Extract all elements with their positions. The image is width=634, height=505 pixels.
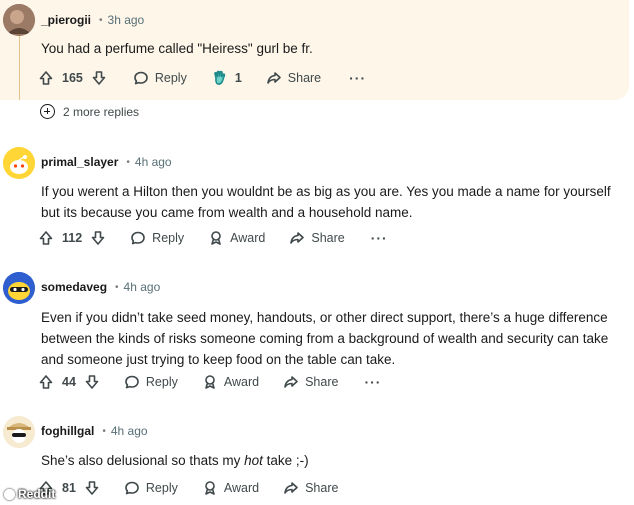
separator-dot: • <box>115 281 119 293</box>
more-options-button[interactable]: ··· <box>364 374 381 390</box>
more-options-button[interactable]: ··· <box>349 70 366 86</box>
username[interactable]: somedaveg <box>41 280 107 294</box>
award-count: 1 <box>234 71 242 85</box>
award-button[interactable]: Award <box>202 480 259 496</box>
share-icon <box>290 232 305 244</box>
downvote-button[interactable] <box>91 70 107 86</box>
comment-body: You had a perfume called "Heiress" gurl … <box>41 41 313 56</box>
comment-meta: somedaveg • 4h ago <box>41 280 160 294</box>
upvote-icon <box>39 375 53 389</box>
downvote-icon <box>85 481 99 495</box>
award-label: Award <box>230 231 266 245</box>
reply-label: Reply <box>145 375 178 389</box>
separator-dot: • <box>126 156 130 168</box>
share-button[interactable]: Share <box>289 230 345 246</box>
award-label: Award <box>223 481 260 495</box>
upvote-button[interactable] <box>38 230 54 246</box>
vote-count: 44 <box>62 375 76 389</box>
share-button[interactable]: Share <box>266 70 321 86</box>
username[interactable]: _pierogii <box>41 13 91 27</box>
more-replies-button[interactable]: 2 more replies <box>40 104 139 119</box>
comment-bubble-icon <box>134 71 148 85</box>
upvote-icon <box>39 231 53 245</box>
downvote-icon <box>85 375 99 389</box>
upvote-button[interactable] <box>38 374 54 390</box>
username[interactable]: primal_slayer <box>41 155 118 169</box>
comment-body: If you werent a Hilton then you wouldnt … <box>41 184 611 220</box>
body-text-start: She’s also delusional so thats my <box>41 453 245 468</box>
reply-button[interactable]: Reply <box>133 70 187 86</box>
comment-somedaveg: somedaveg • 4h ago Even if you didn’t ta… <box>0 270 634 400</box>
reply-label: Reply <box>152 231 185 245</box>
avatar[interactable] <box>3 272 35 304</box>
reply-button[interactable]: Reply <box>130 230 184 246</box>
username[interactable]: foghillgal <box>41 424 94 438</box>
body-text-end: take ;-) <box>262 453 309 468</box>
timestamp[interactable]: 4h ago <box>111 424 148 438</box>
comment-meta: foghillgal • 4h ago <box>41 424 148 438</box>
avatar[interactable] <box>3 416 35 448</box>
award-button[interactable]: Award <box>208 230 265 246</box>
share-label: Share <box>287 71 322 85</box>
downvote-button[interactable] <box>84 480 100 496</box>
share-label: Share <box>305 481 339 495</box>
upvote-button[interactable] <box>38 70 54 86</box>
comment-meta: _pierogii • 3h ago <box>41 13 144 27</box>
timestamp[interactable]: 4h ago <box>135 155 172 169</box>
downvote-button[interactable] <box>84 374 100 390</box>
award-icon <box>211 231 221 245</box>
downvote-button[interactable] <box>90 230 106 246</box>
award-button[interactable]: Award <box>202 374 259 390</box>
comment-bubble-icon <box>131 231 145 245</box>
comment-pierogii: _pierogii • 3h ago You had a perfume cal… <box>0 0 634 130</box>
reply-label: Reply <box>154 71 187 85</box>
vote-count: 81 <box>62 481 76 495</box>
share-button[interactable]: Share <box>283 374 338 390</box>
comment-meta: primal_slayer • 4h ago <box>41 155 172 169</box>
body-text-italic: hot <box>244 453 263 468</box>
comment-primal-slayer: primal_slayer • 4h ago If you werent a H… <box>0 145 634 260</box>
clap-award-icon <box>214 70 226 85</box>
reply-label: Reply <box>145 481 178 495</box>
share-label: Share <box>311 231 345 245</box>
thread-line[interactable] <box>19 34 20 100</box>
timestamp[interactable]: 3h ago <box>108 13 145 27</box>
comment-actions: 44 Reply Award Share ··· <box>38 370 381 394</box>
award-icon <box>205 481 215 495</box>
award-button[interactable]: 1 <box>211 69 242 87</box>
share-icon <box>266 72 281 84</box>
separator-dot: • <box>99 14 103 26</box>
comment-body: She’s also delusional so thats my hot ta… <box>41 450 309 471</box>
comment-actions: 112 Reply Award Share ··· <box>38 226 388 250</box>
upvote-icon <box>39 71 53 85</box>
share-icon <box>284 482 298 494</box>
vote-count: 112 <box>62 231 83 245</box>
more-replies-label: 2 more replies <box>63 104 140 119</box>
downvote-icon <box>92 71 106 85</box>
share-button[interactable]: Share <box>283 480 338 496</box>
more-options-button[interactable]: ··· <box>371 230 388 246</box>
award-icon <box>205 375 215 389</box>
downvote-icon <box>91 231 105 245</box>
share-label: Share <box>305 375 339 389</box>
separator-dot: • <box>102 425 106 437</box>
award-label: Award <box>223 375 260 389</box>
comment-body: Even if you didn’t take seed money, hand… <box>41 310 609 367</box>
timestamp[interactable]: 4h ago <box>124 280 161 294</box>
watermark-label: Reddit <box>18 487 56 501</box>
reddit-watermark: Reddit <box>4 487 55 501</box>
expand-plus-icon <box>40 104 55 119</box>
vote-count: 165 <box>62 71 83 85</box>
comment-foghillgal: foghillgal • 4h ago She’s also delusiona… <box>0 412 634 505</box>
avatar[interactable] <box>3 4 35 36</box>
comment-actions: 165 Reply 1 Share ··· <box>38 66 366 90</box>
comment-actions: 81 Reply Award Share <box>38 476 338 500</box>
copyright-icon <box>4 488 15 500</box>
comment-bubble-icon <box>125 375 139 389</box>
share-icon <box>284 376 298 388</box>
reply-button[interactable]: Reply <box>124 480 178 496</box>
comment-bubble-icon <box>125 481 139 495</box>
reply-button[interactable]: Reply <box>124 374 178 390</box>
avatar[interactable] <box>3 147 35 179</box>
